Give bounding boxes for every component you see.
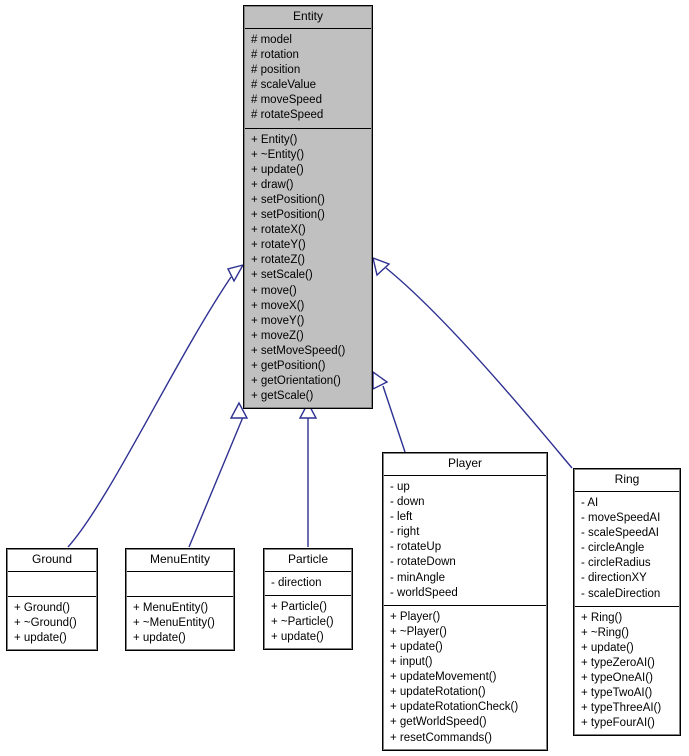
class-method: + MenuEntity() [133, 602, 209, 614]
class-method: + Ring() [581, 611, 623, 624]
class-methods-ring: + Ring() + ~Ring() + update() + typeZero… [574, 607, 680, 736]
class-box-ground[interactable]: Ground + Ground() + ~Ground() + update() [6, 548, 98, 652]
class-attribute: - circleRadius [581, 557, 651, 570]
inheritance-edge-menuentity [188, 401, 249, 548]
class-methods-ground: + Ground() + ~Ground() + update() [7, 597, 97, 650]
class-attribute: # rotateSpeed [251, 109, 324, 122]
class-box-player[interactable]: Player - up - down - left - right - rota… [382, 452, 548, 751]
class-methods-particle: + Particle() + ~Particle() + update() [264, 596, 352, 649]
class-attribute: - directionXY [581, 572, 647, 585]
class-method: + updateMovement() [390, 671, 497, 684]
class-method: + update() [14, 632, 67, 645]
class-method: + resetCommands() [390, 731, 492, 744]
class-attribute: # position [251, 64, 301, 77]
class-attribute: - moveSpeedAI [581, 512, 661, 525]
class-attributes-menuentity [126, 572, 234, 597]
class-method: + Particle() [271, 601, 327, 614]
class-attribute: - worldSpeed [390, 586, 458, 599]
class-method: + typeOneAI() [581, 672, 653, 685]
class-attributes-ground [7, 572, 97, 597]
class-method: + getPosition() [251, 359, 326, 372]
class-box-particle[interactable]: Particle - direction + Particle() + ~Par… [263, 548, 353, 651]
class-attribute: - scaleDirection [581, 587, 661, 600]
class-attribute: - AI [581, 497, 599, 509]
class-title-player: Player [383, 453, 547, 476]
class-method: + Player() [390, 610, 441, 623]
class-method: + Ground() [14, 602, 70, 614]
class-attribute: # moveSpeed [251, 94, 322, 107]
class-method: + ~Ground() [14, 617, 77, 630]
class-attribute: # model [251, 34, 292, 46]
class-method: + update() [133, 632, 186, 645]
class-method: + updateRotationCheck() [390, 701, 519, 714]
inheritance-edge-particle [298, 401, 318, 547]
class-box-menuentity[interactable]: MenuEntity + MenuEntity() + ~MenuEntity(… [125, 548, 235, 652]
class-attributes-ring: - AI - moveSpeedAI - scaleSpeedAI - circ… [574, 492, 680, 607]
class-method: + setMoveSpeed() [251, 344, 346, 357]
class-method: + Entity() [251, 133, 298, 146]
class-method: + typeThreeAI() [581, 702, 662, 715]
class-method: + ~Particle() [271, 616, 334, 629]
class-attribute: - scaleSpeedAI [581, 527, 659, 540]
class-method: + getScale() [251, 390, 314, 403]
class-method: + update() [271, 631, 324, 644]
class-methods-menuentity: + MenuEntity() + ~MenuEntity() + update(… [126, 597, 234, 650]
class-title-particle: Particle [264, 549, 352, 572]
class-attribute: # scaleValue [251, 79, 316, 92]
class-box-ring[interactable]: Ring - AI - moveSpeedAI - scaleSpeedAI -… [573, 468, 681, 737]
class-method: + setScale() [251, 269, 313, 282]
class-attribute: - rotateDown [390, 556, 456, 569]
class-method: + update() [390, 640, 443, 653]
class-method: + move() [251, 284, 297, 297]
class-methods-player: + Player() + ~Player() + update() + inpu… [383, 606, 547, 750]
class-attributes-player: - up - down - left - right - rotateUp - … [383, 476, 547, 606]
class-method: + getOrientation() [251, 375, 341, 388]
class-attribute: - direction [271, 577, 322, 589]
inheritance-edge-player [372, 370, 406, 453]
class-method: + rotateZ() [251, 254, 306, 267]
class-method: + typeZeroAI() [581, 656, 655, 669]
class-method: + getWorldSpeed() [390, 716, 487, 729]
class-title-ring: Ring [574, 469, 680, 492]
class-title-menuentity: MenuEntity [126, 549, 234, 572]
class-title-entity: Entity [244, 6, 372, 29]
class-attributes-particle: - direction [264, 572, 352, 597]
class-method: + typeFourAI() [581, 717, 655, 730]
class-method: + ~MenuEntity() [133, 617, 215, 630]
class-method: + moveZ() [251, 329, 304, 342]
class-method: + ~Ring() [581, 626, 629, 639]
class-method: + input() [390, 656, 433, 669]
class-attribute: - right [390, 526, 420, 539]
class-method: + rotateY() [251, 239, 306, 252]
class-diagram-canvas: Entity # model # rotation # position # s… [0, 0, 689, 756]
class-attributes-entity: # model # rotation # position # scaleVal… [244, 29, 372, 129]
class-attribute: - left [390, 511, 413, 524]
class-method: + updateRotation() [390, 686, 486, 699]
class-method: + moveY() [251, 314, 305, 327]
class-method: + update() [251, 163, 304, 176]
class-method: + draw() [251, 178, 294, 191]
class-methods-entity: + Entity() + ~Entity() + update() + draw… [244, 129, 372, 409]
class-method: + rotateX() [251, 224, 306, 237]
class-method: + moveX() [251, 299, 305, 312]
class-attribute: - circleAngle [581, 542, 645, 555]
class-box-entity[interactable]: Entity # model # rotation # position # s… [243, 5, 373, 410]
inheritance-edge-ring [372, 256, 573, 469]
class-method: + setPosition() [251, 193, 325, 206]
class-method: + typeTwoAI() [581, 687, 653, 700]
class-attribute: # rotation [251, 49, 299, 62]
class-attribute: - rotateUp [390, 541, 442, 554]
class-attribute: - up [390, 481, 410, 493]
class-attribute: - down [390, 496, 425, 509]
class-method: + setPosition() [251, 209, 325, 222]
class-attribute: - minAngle [390, 571, 445, 584]
inheritance-edge-ground [67, 263, 245, 548]
class-method: + ~Entity() [251, 148, 305, 161]
class-title-ground: Ground [7, 549, 97, 572]
class-method: + ~Player() [390, 625, 447, 638]
class-method: + update() [581, 641, 634, 654]
